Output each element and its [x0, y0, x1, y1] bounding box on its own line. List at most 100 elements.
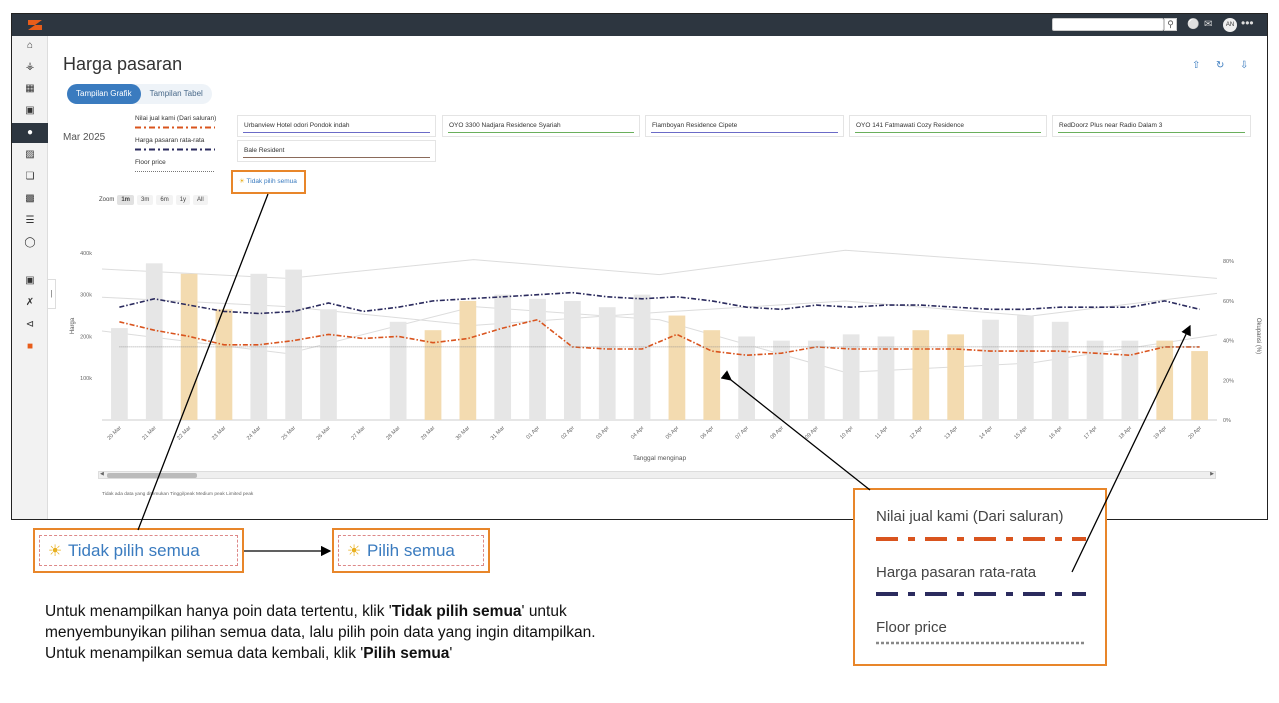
key-icon[interactable]: ⚶ [12, 57, 48, 77]
app-window: ⚲ ⚪ ✉ AN ••• ⌂ ⚶ ▦ ▣ ● ▨ ❏ ▩ ☰ ◯ ▣ ✗ ⊲ ■… [11, 13, 1268, 520]
property-color-bar [243, 132, 430, 133]
chat-icon[interactable]: ✉ [1204, 18, 1212, 32]
gauge-icon[interactable]: ◯ [12, 233, 48, 253]
callout-market-avg-label: Harga pasaran rata-rata [876, 564, 1037, 581]
zoom-controls: Zoom 1m 3m 6m 1y All [99, 195, 208, 205]
y-tick-label: 300k [80, 293, 92, 299]
bar-23-mar [215, 309, 233, 420]
legend-our-price-label[interactable]: Nilai jual kami (Dari saluran) [135, 115, 216, 122]
download-icon[interactable]: ⇩ [1240, 60, 1248, 71]
bar-22-mar [180, 273, 198, 420]
callout-select-all-label: Pilih semua [367, 540, 455, 560]
series-line-0 [119, 318, 1200, 357]
copy-icon[interactable]: ❏ [12, 167, 48, 187]
wallet-icon[interactable]: ▨ [12, 145, 48, 165]
instruction-part: ' [449, 645, 453, 662]
zoom-1y-button[interactable]: 1y [175, 195, 191, 205]
report-icon[interactable]: ▩ [12, 189, 48, 209]
series-line-1 [119, 291, 1200, 315]
bar-16-apr [1051, 321, 1069, 420]
bar-28-mar [389, 321, 407, 420]
property-item[interactable]: OYO 3300 Nadjara Residence Syariah [442, 115, 640, 137]
zoom-all-button[interactable]: All [193, 195, 208, 205]
bar-01-apr [529, 298, 546, 420]
x-tick-label: 12 Apr [909, 425, 925, 441]
bar-08-apr [773, 340, 790, 420]
zoom-6m-button[interactable]: 6m [156, 195, 173, 205]
property-color-bar [243, 157, 430, 158]
x-tick-label: 31 Mar [490, 425, 506, 441]
x-tick-label: 06 Apr [700, 425, 716, 441]
briefcase-icon[interactable]: ■ [12, 337, 48, 357]
zoom-1m-button[interactable]: 1m [117, 195, 135, 205]
more-icon[interactable]: ••• [1241, 16, 1254, 30]
save-icon[interactable]: ▣ [12, 271, 48, 291]
legend-market-avg-label[interactable]: Harga pasaran rata-rata [135, 137, 204, 144]
refresh-icon[interactable]: ↻ [1216, 60, 1224, 71]
bar-29-mar [424, 330, 442, 420]
property-item[interactable]: OYO 141 Fatmawati Cozy Residence [849, 115, 1047, 137]
x-tick-label: 11 Apr [874, 425, 889, 440]
bar-19-apr [1156, 340, 1174, 420]
scroll-thumb[interactable] [107, 473, 197, 478]
legend-floor-label[interactable]: Floor price [135, 159, 166, 166]
instruction-bold: Pilih semua [363, 645, 450, 662]
y2-axis-label: Okupansi (%) [1255, 318, 1261, 354]
avatar[interactable]: AN [1223, 18, 1237, 32]
callout-floor-line [876, 641, 1086, 645]
sidebar-toggle[interactable]: | [48, 279, 56, 309]
bar-18-apr [1121, 340, 1139, 420]
top-bar: ⚲ ⚪ ✉ AN ••• [12, 14, 1267, 36]
bar-13-apr [947, 334, 965, 420]
y-axis-label: Harga [70, 317, 76, 334]
zoom-3m-button[interactable]: 3m [137, 195, 154, 205]
bed-icon[interactable]: ▦ [12, 79, 48, 99]
x-tick-label: 23 Mar [211, 425, 227, 441]
scroll-right-icon[interactable]: ▶ [1210, 471, 1214, 477]
bar-07-apr [738, 336, 755, 420]
calendar-icon[interactable]: ▣ [12, 101, 48, 121]
stack-icon[interactable]: ☰ [12, 211, 48, 231]
y-tick-label: 200k [80, 334, 92, 340]
x-tick-label: 30 Mar [455, 425, 471, 441]
callout-floor-label: Floor price [876, 619, 947, 636]
chart-scrollbar[interactable]: ◀ ▶ [98, 471, 1216, 479]
property-color-bar [651, 132, 838, 133]
legend-market-avg-line [135, 148, 215, 151]
bar-30-mar [459, 300, 477, 420]
y2-tick-label: 20% [1223, 378, 1234, 384]
x-tick-label: 25 Mar [281, 425, 297, 441]
tools-icon[interactable]: ✗ [12, 293, 48, 313]
y-tick-label: 400k [80, 251, 92, 257]
peak-legend: Tidak ada data yang ditemukan Tinggi/pea… [102, 492, 254, 497]
bar-05-apr [668, 315, 686, 420]
home-icon[interactable]: ⌂ [12, 36, 48, 56]
search-input[interactable] [1052, 18, 1164, 31]
share-icon[interactable]: ⊲ [12, 315, 48, 335]
legend-our-price-line [135, 126, 215, 129]
search-icon[interactable]: ⚲ [1164, 18, 1177, 31]
scroll-left-icon[interactable]: ◀ [100, 471, 104, 477]
app-logo[interactable] [26, 19, 44, 31]
x-tick-label: 17 Apr [1083, 425, 1099, 441]
bar-09-apr [807, 340, 825, 420]
property-item[interactable]: Flamboyan Residence Cipete [645, 115, 844, 137]
x-tick-label: 18 Apr [1118, 425, 1134, 441]
property-item[interactable]: RedDoorz Plus near Radio Dalam 3 [1052, 115, 1251, 137]
property-label: Bale Resident [244, 147, 285, 154]
y2-tick-label: 40% [1223, 339, 1234, 345]
price-icon[interactable]: ● [12, 123, 48, 143]
callout-select-all: ☀ Pilih semua [332, 528, 490, 573]
y2-tick-label: 80% [1223, 259, 1234, 265]
property-color-bar [1058, 132, 1245, 133]
bar-10-apr [842, 334, 860, 420]
tab-graph-view[interactable]: Tampilan Grafik [67, 84, 141, 104]
upload-icon[interactable]: ⇧ [1192, 60, 1200, 71]
property-item[interactable]: Urbanview Hotel odori Pondok indah [237, 115, 436, 137]
competitor-series-line [101, 292, 1218, 326]
x-tick-label: 13 Apr [944, 425, 960, 441]
lightbulb-icon[interactable]: ⚪ [1187, 18, 1199, 32]
property-item[interactable]: Bale Resident [237, 140, 436, 162]
deselect-all-button[interactable]: ☀ Tidak pilih semua [231, 170, 306, 194]
tab-table-view[interactable]: Tampilan Tabel [141, 84, 212, 104]
